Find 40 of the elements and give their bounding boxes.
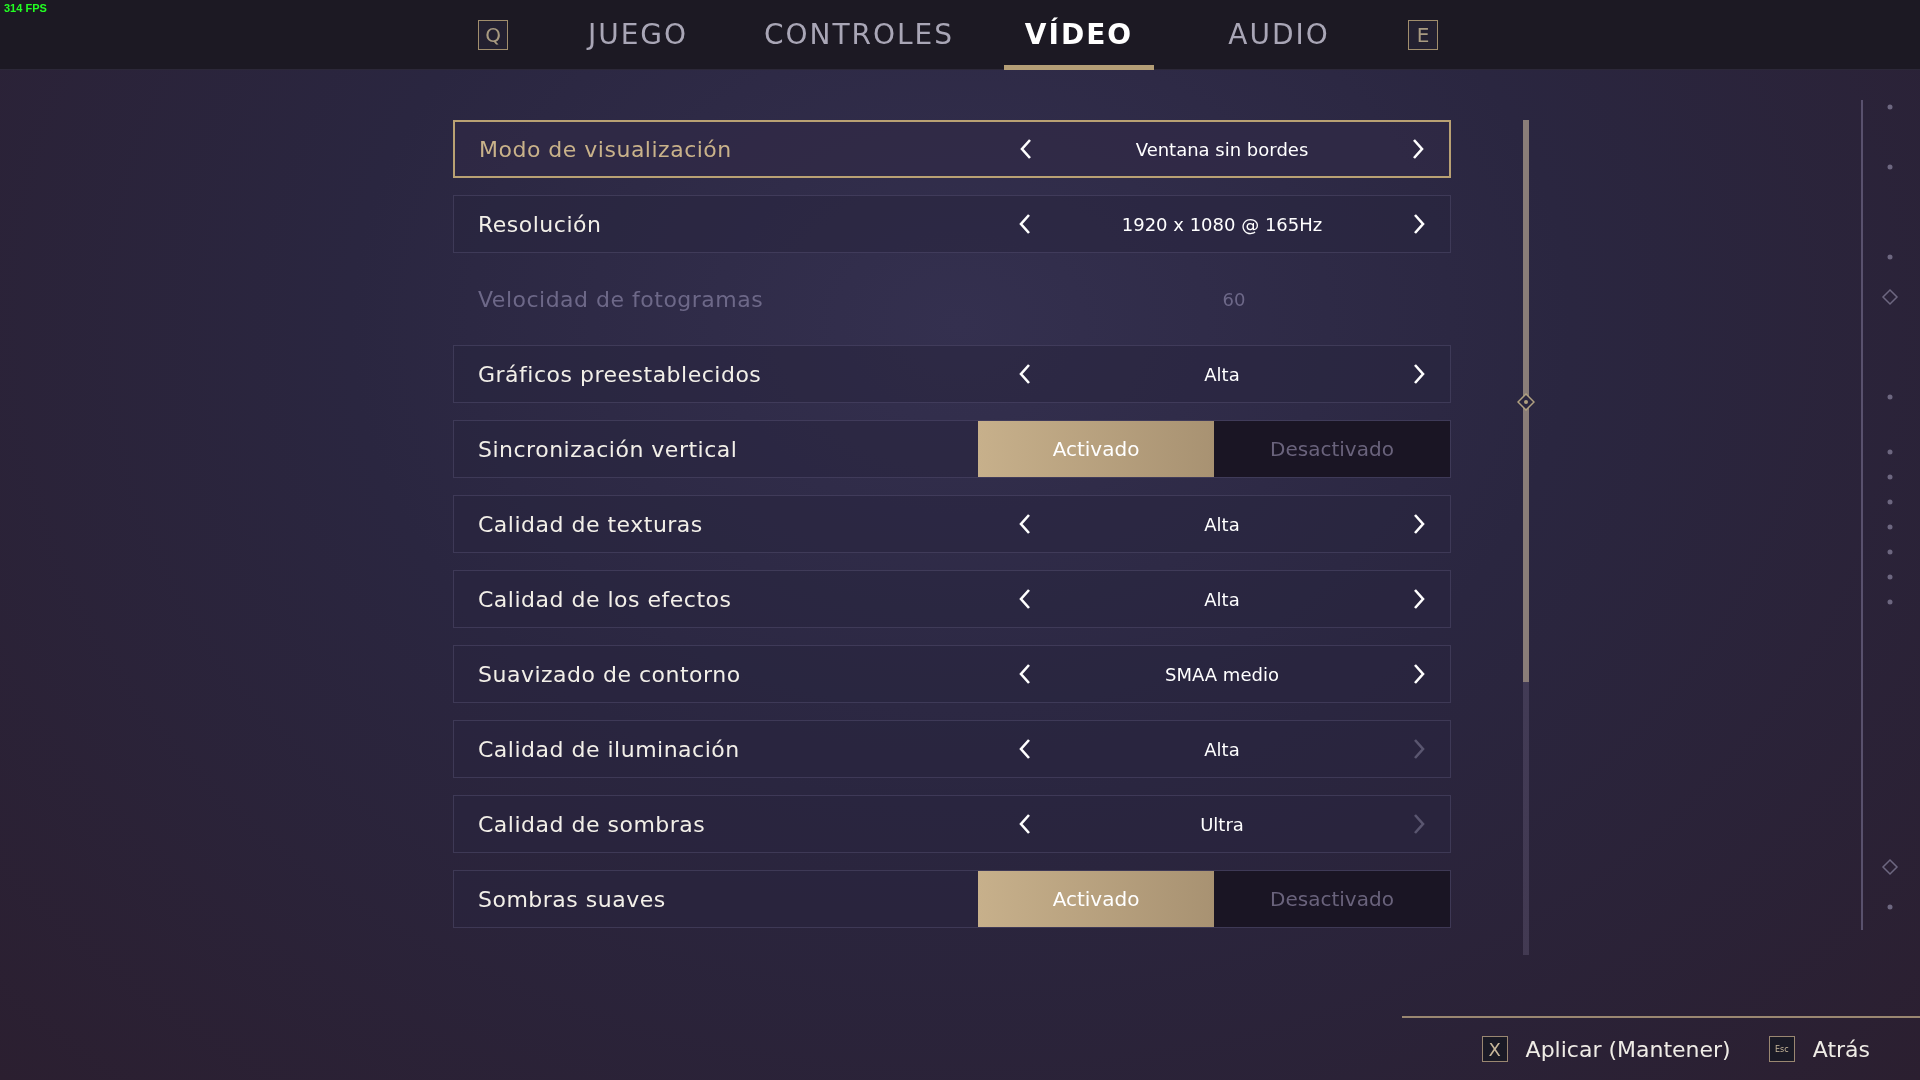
setting-value: SMAA medio: [1165, 663, 1279, 685]
setting-row[interactable]: Calidad de sombras Ultra: [453, 795, 1451, 853]
setting-value: Alta: [1204, 363, 1240, 385]
tab[interactable]: JUEGO: [548, 0, 728, 70]
setting-label: Calidad de los efectos: [477, 585, 733, 614]
setting-label: Resolución: [477, 210, 603, 239]
setting-value: Ultra: [1200, 813, 1244, 835]
setting-value: Alta: [1204, 588, 1240, 610]
setting-row[interactable]: Calidad de los efectos Alta: [453, 570, 1451, 628]
setting-value: 60: [1221, 288, 1247, 310]
setting-label: Suavizado de contorno: [477, 660, 742, 689]
hint-label[interactable]: Aplicar (Mantener): [1525, 1036, 1731, 1062]
setting-label: Modo de visualización: [478, 135, 733, 164]
setting-value: 1920 x 1080 @ 165Hz: [1121, 213, 1323, 235]
setting-row[interactable]: Modo de visualización Ventana sin bordes: [453, 120, 1451, 178]
scrollbar-thumb[interactable]: [1523, 120, 1529, 682]
setting-row[interactable]: Resolución 1920 x 1080 @ 165Hz: [453, 195, 1451, 253]
setting-value: Alta: [1204, 513, 1240, 535]
setting-row[interactable]: Gráficos preestablecidos Alta: [453, 345, 1451, 403]
tab[interactable]: AUDIO: [1199, 0, 1359, 70]
next-tab-key[interactable]: E: [1408, 19, 1438, 50]
setting-value: Alta: [1204, 738, 1240, 760]
key-badge: Esc: [1768, 1036, 1795, 1062]
setting-label: Sombras suaves: [477, 885, 667, 914]
setting-label: Gráficos preestablecidos: [477, 360, 763, 389]
setting-label: Sincronización vertical: [477, 435, 739, 464]
setting-row[interactable]: Calidad de texturas Alta: [453, 495, 1451, 553]
fps-counter: 314 FPS: [4, 2, 47, 14]
setting-row[interactable]: Calidad de iluminación Alta: [453, 720, 1451, 778]
setting-value: Ventana sin bordes: [1135, 138, 1309, 160]
diamond-icon: [1517, 393, 1535, 411]
tab[interactable]: CONTROLES: [739, 0, 979, 70]
setting-label: Velocidad de fotogramas: [477, 285, 765, 314]
hint-label[interactable]: Atrás: [1812, 1036, 1870, 1062]
setting-label: Calidad de iluminación: [477, 735, 741, 764]
previous-tab-key[interactable]: Q: [478, 19, 508, 50]
setting-row[interactable]: Suavizado de contorno SMAA medio: [453, 645, 1451, 703]
key-badge: X: [1481, 1036, 1508, 1062]
setting-label: Calidad de texturas: [477, 510, 704, 539]
setting-label: Calidad de sombras: [477, 810, 707, 839]
